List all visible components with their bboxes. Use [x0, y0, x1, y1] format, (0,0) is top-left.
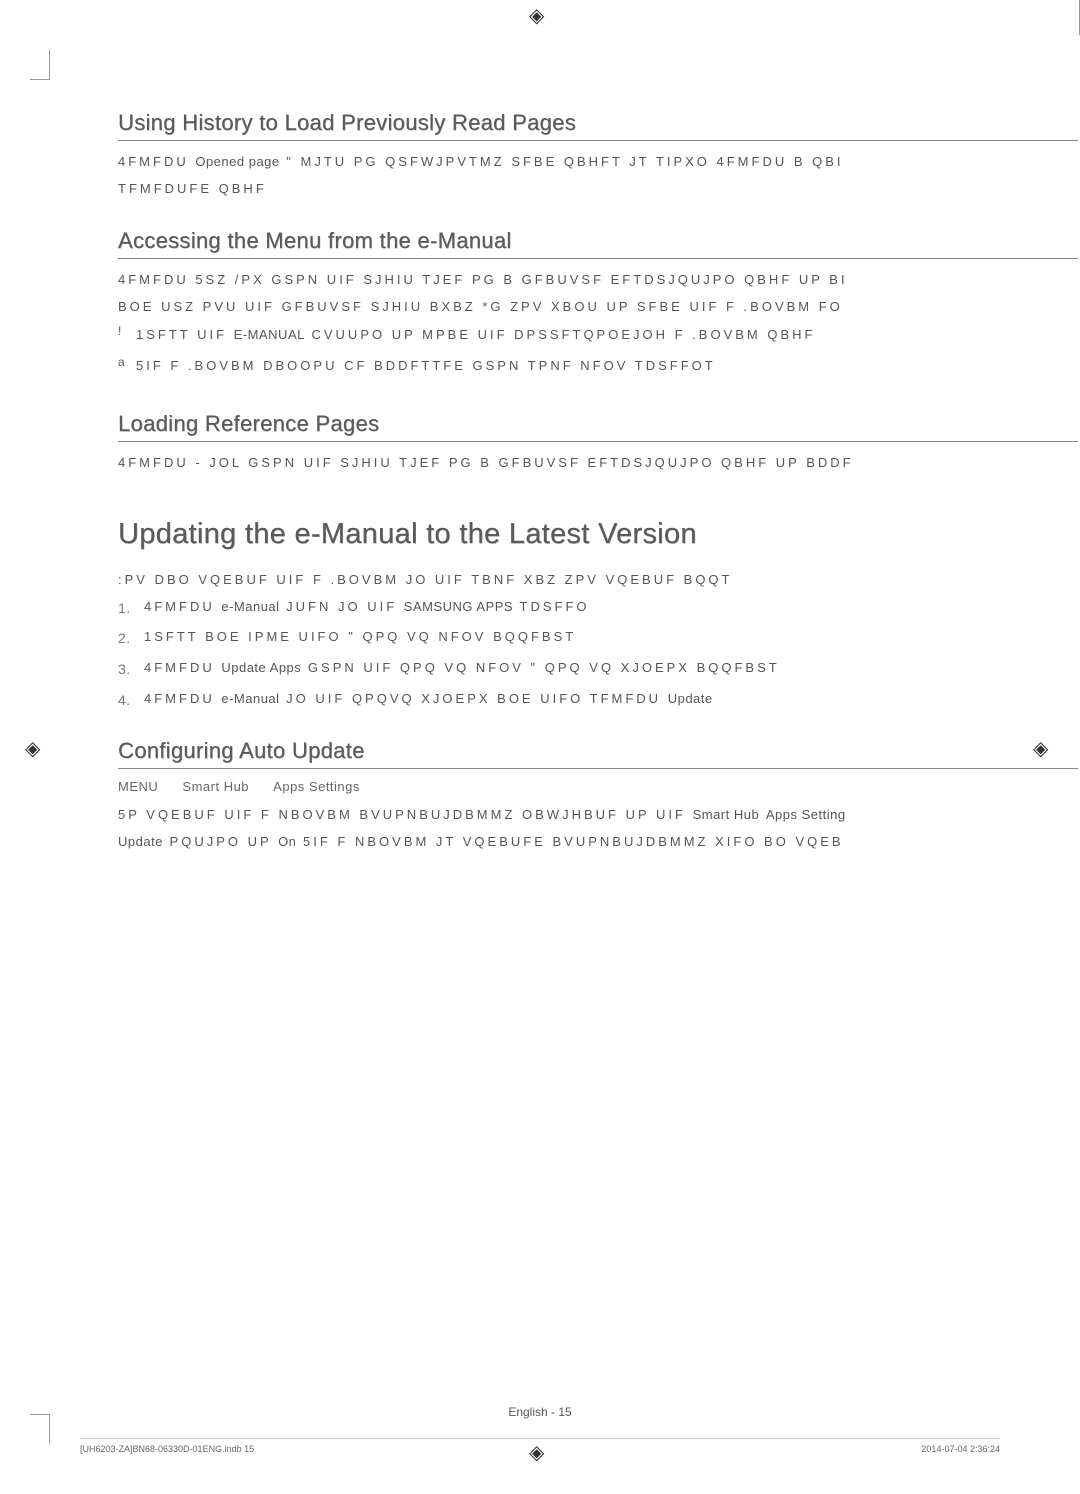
note-icon: a — [118, 355, 136, 369]
on-label: On — [278, 834, 296, 849]
section-heading-auto-update: Configuring Auto Update — [118, 738, 1078, 769]
loading-ref-text: 4FMFDU - JOL GSPN UIF SJHIU TJEF PG B GF… — [118, 452, 1078, 473]
registration-mark-icon — [25, 736, 47, 758]
note-text: 1SFTT UIF E-MANUAL CVUUPO UP MPBE UIF DP… — [136, 324, 815, 345]
list-item: 4FMFDU e-Manual JUFN JO UIF SAMSUNG APPS… — [118, 597, 1078, 618]
text: JO UIF QPQVQ XJOEPX BOE UIFO TFMFDU — [286, 691, 661, 706]
section-heading-history: Using History to Load Previously Read Pa… — [118, 110, 1078, 141]
emanual-label: e-Manual — [221, 599, 279, 614]
text: 4FMFDU — [144, 691, 215, 706]
update-label: Update — [118, 834, 163, 849]
page-content: Using History to Load Previously Read Pa… — [118, 110, 1078, 859]
timestamp-label: 2014-07-04 2:36:24 — [921, 1444, 1000, 1454]
note-icon: ! — [118, 324, 136, 338]
text: TDSFFO — [520, 599, 590, 614]
auto-update-text-2: Update PQUJPO UP On 5IF F NBOVBM JT VQEB… — [118, 831, 1078, 852]
breadcrumb-item: MENU — [118, 779, 158, 794]
text: CVUUPO UP MPBE UIF DPSSFTQPOEJOH F .BOVB… — [311, 327, 815, 342]
note-row: ! 1SFTT UIF E-MANUAL CVUUPO UP MPBE UIF … — [118, 324, 1078, 351]
text: PQUJPO UP — [170, 834, 272, 849]
list-item: 4FMFDU Update Apps GSPN UIF QPQ VQ NFOV … — [118, 658, 1078, 679]
source-file-label: [UH6203-ZA]BN68-06330D-01ENG.indb 15 — [80, 1444, 254, 1454]
breadcrumb: MENU Smart Hub Apps Settings — [118, 779, 1078, 794]
list-item: 1SFTT BOE IPME UIFO " QPQ VQ NFOV BQQFBS… — [118, 627, 1078, 648]
text: 4FMFDU — [144, 599, 215, 614]
auto-update-text: 5P VQEBUF UIF F NBOVBM BVUPNBUJDBMMZ OBW… — [118, 804, 1078, 825]
section-heading-loading-ref: Loading Reference Pages — [118, 411, 1078, 442]
updating-text: :PV DBO VQEBUF UIF F .BOVBM JO UIF TBNF … — [118, 569, 1078, 590]
menu-access-text: 4FMFDU 5SZ /PX GSPN UIF SJHIU TJEF PG B … — [118, 269, 1078, 290]
breadcrumb-item: Apps Settings — [273, 779, 360, 794]
text: 1SFTT UIF — [136, 327, 227, 342]
history-text-2: TFMFDUFE QBHF — [118, 178, 1078, 199]
steps-list: 4FMFDU e-Manual JUFN JO UIF SAMSUNG APPS… — [118, 597, 1078, 710]
text: 4FMFDU — [118, 154, 189, 169]
breadcrumb-item: Smart Hub — [182, 779, 249, 794]
emanual-button-label: E-MANUAL — [234, 327, 305, 342]
text: 4FMFDU — [144, 660, 215, 675]
emanual-label: e-Manual — [221, 691, 279, 706]
note-text: 5IF F .BOVBM DBOOPU CF BDDFTTFE GSPN TPN… — [136, 355, 716, 376]
text: " MJTU PG QSFWJPVTMZ SFBE QBHFT JT TIPXO… — [286, 154, 843, 169]
samsung-apps-label: SAMSUNG APPS — [404, 599, 513, 614]
main-heading-updating: Updating the e-Manual to the Latest Vers… — [118, 518, 1078, 551]
text: GSPN UIF QPQ VQ NFOV " QPQ VQ XJOEPX BQQ… — [308, 660, 780, 675]
registration-mark-icon — [529, 3, 551, 25]
list-item: 4FMFDU e-Manual JO UIF QPQVQ XJOEPX BOE … — [118, 689, 1078, 710]
text: JUFN JO UIF — [286, 599, 397, 614]
note-row: a 5IF F .BOVBM DBOOPU CF BDDFTTFE GSPN T… — [118, 355, 1078, 382]
text: 5P VQEBUF UIF F NBOVBM BVUPNBUJDBMMZ OBW… — [118, 807, 686, 822]
text: 5IF F NBOVBM JT VQEBUFE BVUPNBUJDBMMZ XI… — [303, 834, 844, 849]
print-footer: [UH6203-ZA]BN68-06330D-01ENG.indb 15 201… — [80, 1444, 1000, 1454]
divider — [80, 1438, 1000, 1439]
page-footer: English - 15 — [0, 1405, 1080, 1419]
apps-settings-label: Apps Setting — [766, 807, 846, 822]
crop-mark — [30, 50, 50, 80]
menu-access-text-2: BOE USZ PVU UIF GFBUVSF SJHIU BXBZ *G ZP… — [118, 296, 1078, 317]
opened-page-label: Opened page — [195, 154, 279, 169]
smart-hub-label: Smart Hub — [693, 807, 760, 822]
section-heading-menu-access: Accessing the Menu from the e-Manual — [118, 228, 1078, 259]
update-label: Update — [668, 691, 713, 706]
history-text: 4FMFDU Opened page " MJTU PG QSFWJPVTMZ … — [118, 151, 1078, 172]
update-apps-label: Update Apps — [221, 660, 301, 675]
